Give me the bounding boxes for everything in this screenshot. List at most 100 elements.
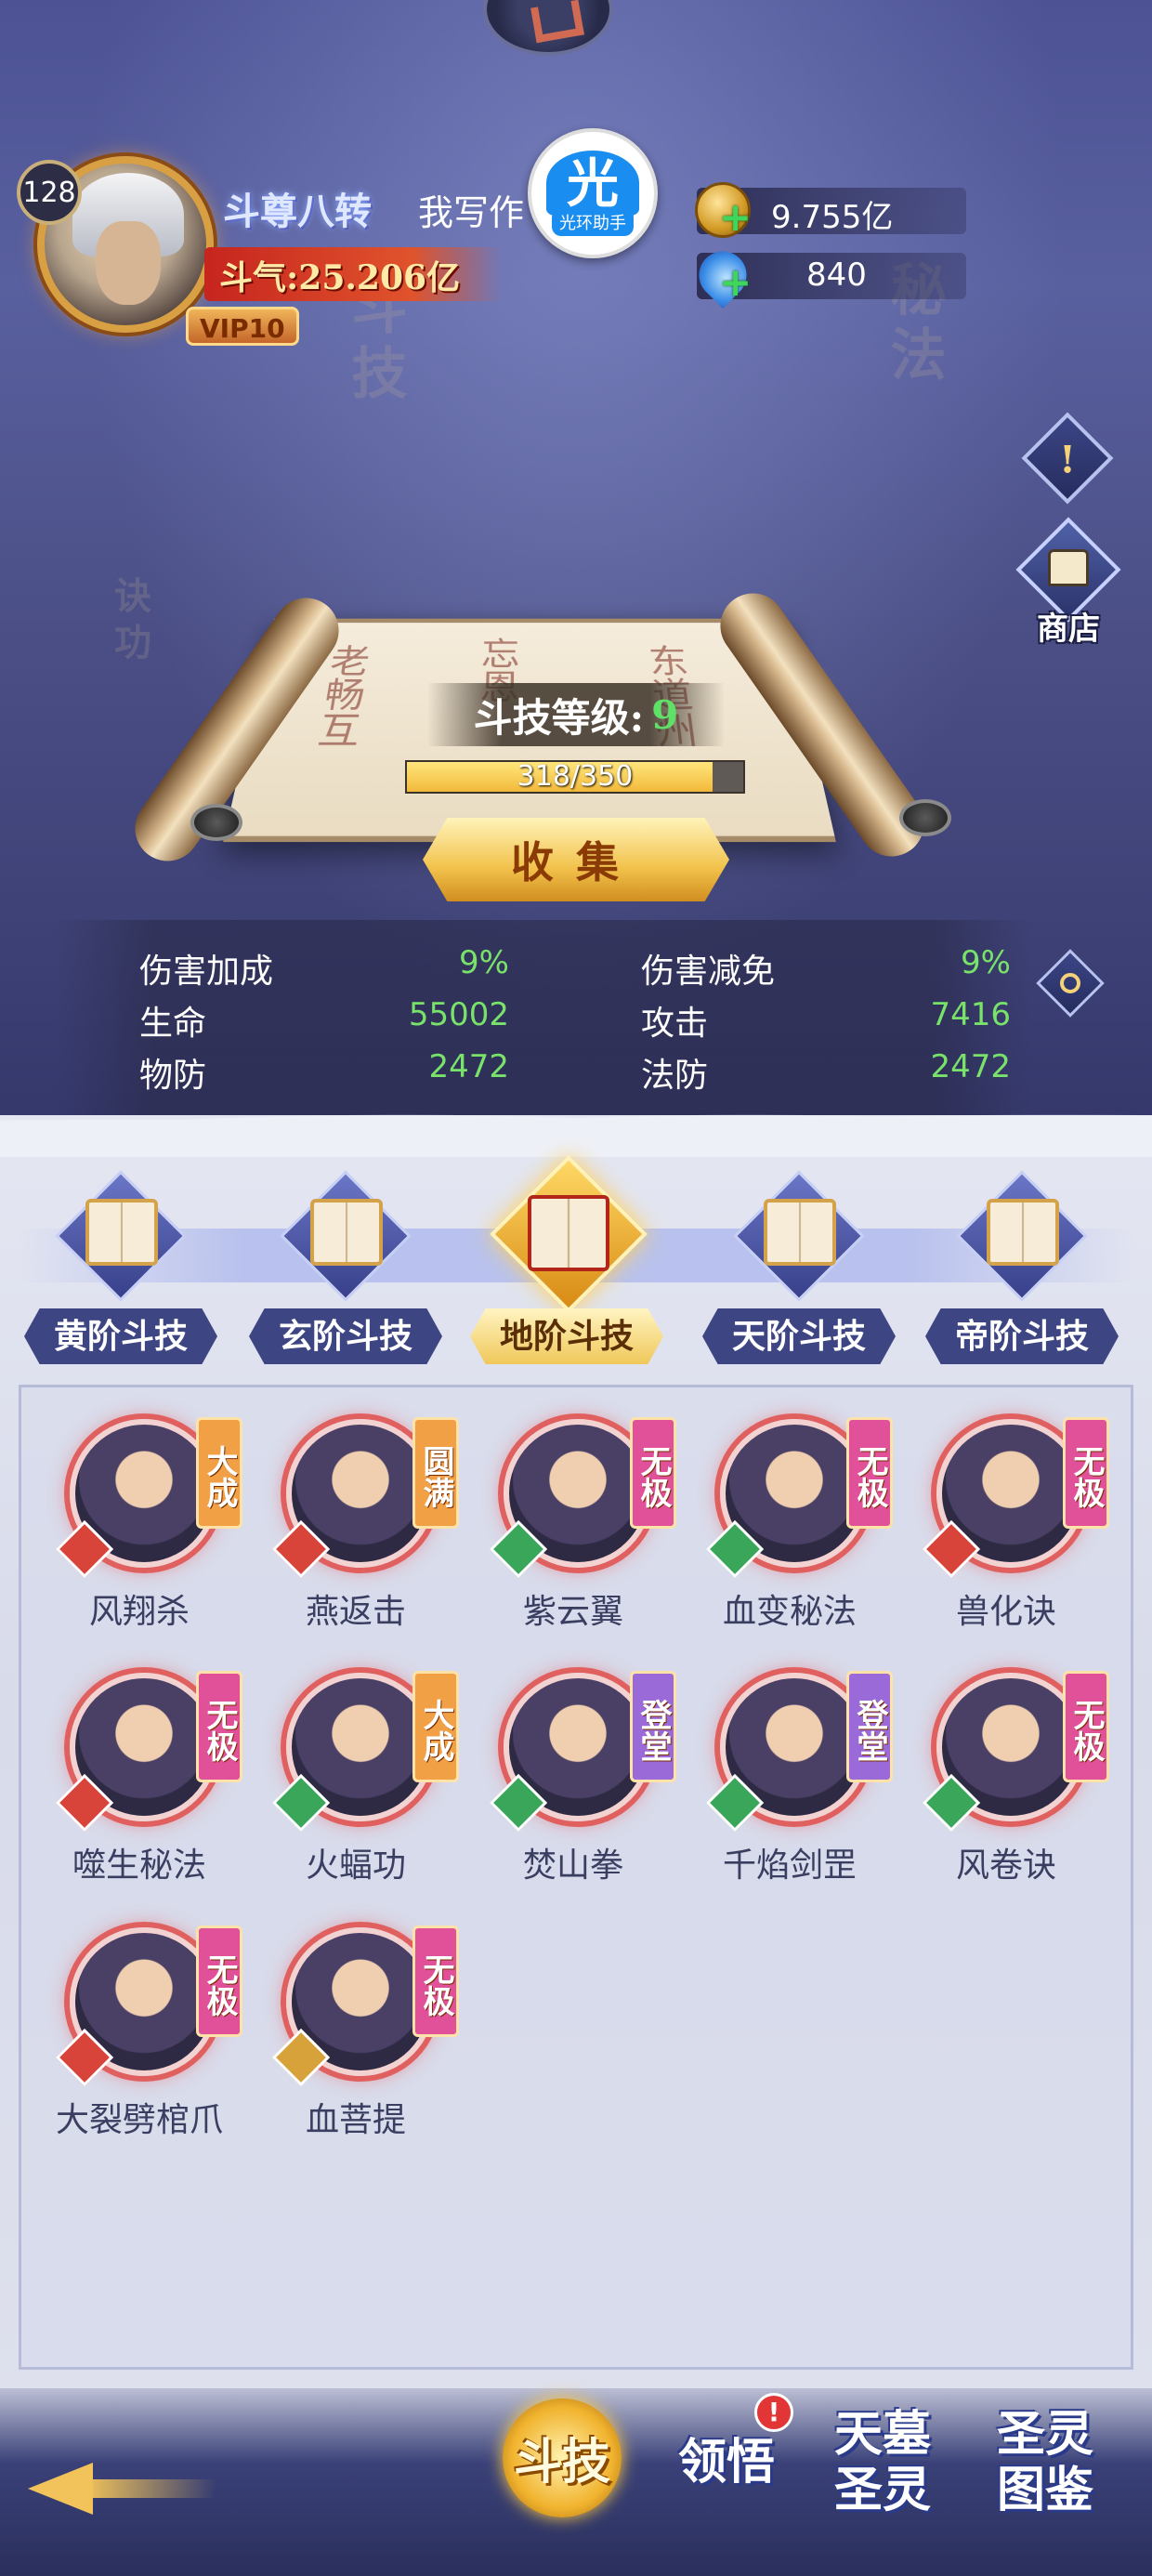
stat-value: 9%: [459, 944, 509, 981]
shop-button[interactable]: 商店: [1011, 517, 1126, 655]
skill-book-icon: [85, 1199, 158, 1266]
skill-progress-text: 318/350: [517, 760, 634, 793]
vip-badge[interactable]: VIP10: [186, 307, 299, 346]
skill-name: 血变秘法: [722, 1593, 857, 1631]
helper-badge[interactable]: 光 光环助手: [528, 128, 658, 258]
avatar-face: [96, 221, 161, 305]
gold-value: 9.755亿: [771, 199, 894, 236]
stat-value: 55002: [408, 996, 509, 1033]
skill-name: 噬生秘法: [72, 1847, 206, 1885]
stat-damage-bonus: 伤害加成 9%: [139, 944, 509, 996]
scroll-cap-right: [899, 799, 951, 836]
nav-label: 圣灵 图鉴: [997, 2407, 1093, 2518]
skill-rank-badge: 大成: [412, 1671, 459, 1782]
helper-label: 光环助手: [552, 208, 634, 236]
nav-button[interactable]: 天墓 圣灵: [818, 2393, 948, 2532]
tier-label: 玄阶斗技: [249, 1308, 442, 1364]
nav-button[interactable]: 领悟!: [661, 2393, 793, 2532]
skill-name: 兽化诀: [955, 1593, 1056, 1631]
player-power: 斗气:25.206亿: [219, 258, 461, 297]
skill-card[interactable]: 无极 血菩提: [249, 1907, 463, 2149]
stat-label: 物防: [139, 1057, 207, 1095]
nav-label-line: 圣灵: [833, 2462, 931, 2518]
skill-card[interactable]: 圆满燕返击: [249, 1399, 463, 1640]
helper-glyph-icon: 光: [546, 151, 639, 216]
skill-rank-badge: 登堂: [846, 1671, 893, 1782]
nav-button[interactable]: 斗技: [497, 2393, 627, 2532]
skill-rank-badge: 无极: [1063, 1671, 1109, 1782]
nav-label: 领悟: [677, 2434, 775, 2491]
skill-name: 焚山拳: [522, 1847, 623, 1885]
skill-card[interactable]: 大成风翔杀: [33, 1399, 246, 1640]
player-name: 我写作: [418, 192, 525, 233]
nav-label-line: 圣灵: [996, 2406, 1093, 2463]
stat-value: 2472: [428, 1048, 509, 1085]
scroll-cap-left: [190, 804, 242, 841]
stat-value: 2472: [930, 1048, 1011, 1085]
skill-rank-badge: 无极: [630, 1417, 676, 1529]
tier-tab[interactable]: 玄阶斗技: [243, 1170, 448, 1366]
tier-label: 地阶斗技: [470, 1308, 663, 1364]
tier-tab[interactable]: 帝阶斗技: [920, 1170, 1124, 1366]
tier-tab[interactable]: 地阶斗技: [465, 1155, 669, 1366]
stat-label: 攻击: [641, 1005, 709, 1043]
exclamation-icon: !: [1059, 438, 1076, 482]
skill-rank-badge: 无极: [846, 1417, 893, 1529]
skill-rank-badge: 圆满: [412, 1417, 459, 1529]
skill-card[interactable]: 登堂焚山拳: [466, 1652, 680, 1894]
currency-gold[interactable]: + 9.755亿: [695, 182, 966, 238]
skill-level-display: 斗技等级: 9: [427, 683, 725, 746]
shop-label: 商店: [1037, 611, 1100, 648]
back-arrow-button[interactable]: [28, 2444, 216, 2518]
skill-book-icon: [764, 1199, 836, 1266]
nav-label-line: 天墓: [833, 2406, 931, 2463]
skill-card[interactable]: 登堂千焰剑罡: [683, 1652, 897, 1894]
tier-tab[interactable]: 黄阶斗技: [19, 1170, 223, 1366]
skill-level-value: 9: [651, 691, 679, 738]
tier-label: 黄阶斗技: [24, 1308, 217, 1364]
nav-button[interactable]: 圣灵 图鉴: [980, 2393, 1110, 2532]
skill-level-label: 斗技等级:: [473, 694, 645, 741]
add-gold-icon[interactable]: +: [719, 198, 752, 237]
skill-rank-badge: 大成: [196, 1417, 242, 1529]
shop-icon: [1048, 549, 1089, 586]
cloud-divider: [0, 1092, 1152, 1157]
stat-value: 9%: [961, 944, 1011, 981]
skill-name: 火蝠功: [305, 1847, 406, 1885]
skill-book-icon: [528, 1195, 609, 1271]
nav-label: 天墓 圣灵: [834, 2407, 931, 2518]
skill-rank-badge: 登堂: [630, 1671, 676, 1782]
skill-name: 风翔杀: [88, 1593, 190, 1631]
skill-name: 燕返击: [305, 1593, 406, 1631]
skill-card[interactable]: 大成火蝠功: [249, 1652, 463, 1894]
tier-label: 帝阶斗技: [925, 1308, 1119, 1364]
stat-label: 伤害减免: [641, 953, 776, 991]
skill-rank-badge: 无极: [412, 1925, 459, 2037]
add-gem-icon[interactable]: +: [719, 263, 752, 302]
skill-name: 千焰剑罡: [722, 1847, 857, 1885]
skill-card[interactable]: 无极大裂劈棺爪: [33, 1907, 246, 2149]
skill-rank-badge: 无极: [196, 1925, 242, 2037]
stat-label: 法防: [641, 1057, 709, 1095]
stat-hp: 生命 55002: [139, 996, 509, 1048]
skill-book-icon: [310, 1199, 383, 1266]
tier-label: 天阶斗技: [702, 1308, 896, 1364]
skill-name: 大裂劈棺爪: [55, 2101, 223, 2139]
skill-card[interactable]: 无极 紫云翼: [466, 1399, 680, 1640]
nav-label: 斗技: [513, 2434, 610, 2491]
skill-card[interactable]: 无极血变秘法: [683, 1399, 897, 1640]
stat-label: 生命: [139, 1005, 207, 1043]
nav-label-line: 图鉴: [996, 2462, 1093, 2518]
notification-badge: !: [754, 2393, 793, 2432]
background-calligraphy: 诀功: [108, 576, 151, 669]
collect-button[interactable]: 收集: [423, 818, 729, 901]
skill-card[interactable]: 无极 风卷诀: [899, 1652, 1113, 1894]
skill-card[interactable]: 无极兽化诀: [899, 1399, 1113, 1640]
player-rank-title: 斗尊八转: [223, 190, 372, 233]
currency-gem[interactable]: + 840: [688, 241, 966, 309]
skill-card[interactable]: 无极噬生秘法: [33, 1652, 246, 1894]
stat-attack: 攻击 7416: [641, 996, 1011, 1048]
tier-tab[interactable]: 天阶斗技: [697, 1170, 901, 1366]
skill-rank-badge: 无极: [1063, 1417, 1109, 1529]
skill-rank-badge: 无极: [196, 1671, 242, 1782]
